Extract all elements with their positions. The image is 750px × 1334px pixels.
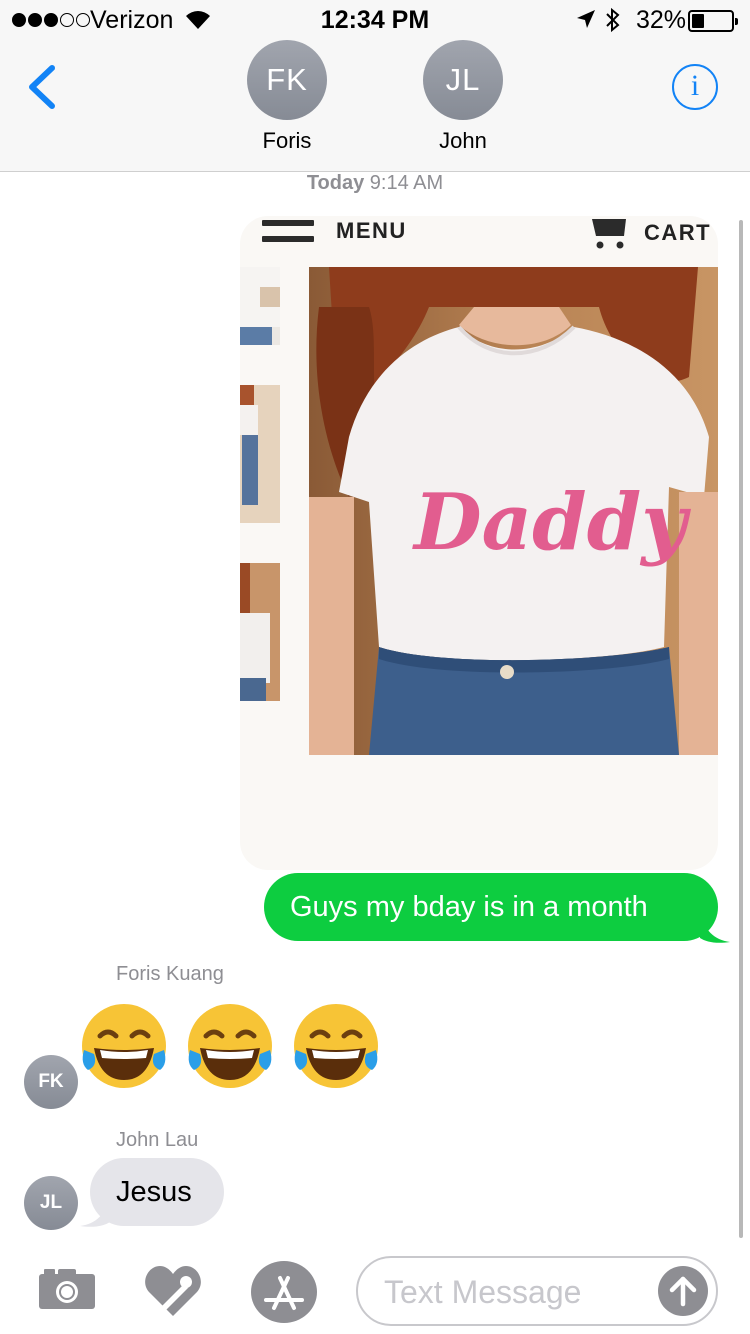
bluetooth-icon	[606, 7, 620, 33]
product-thumbnail	[240, 267, 280, 345]
timestamp-day: Today	[306, 172, 365, 194]
image-message[interactable]: MENU CART Daddy	[240, 216, 718, 870]
cart-label: CART	[644, 220, 712, 245]
scroll-indicator[interactable]	[739, 220, 743, 1238]
avatar[interactable]: JL	[24, 1176, 78, 1230]
battery-icon	[688, 10, 738, 32]
location-arrow-icon	[577, 10, 595, 28]
shopping-cart-icon	[592, 219, 626, 249]
menu-label: MENU	[336, 218, 407, 243]
send-arrow-icon[interactable]	[658, 1266, 708, 1316]
sender-name: John Lau	[116, 1129, 199, 1151]
avatar: FK	[247, 40, 327, 120]
conversation-header: Verizon 12:34 PM 32% FK Foris JL John i	[0, 0, 750, 172]
battery-percent: 32%	[636, 6, 687, 34]
message-placeholder: Text Message	[384, 1274, 582, 1310]
hamburger-menu-icon	[262, 220, 314, 252]
sent-message-bubble[interactable]: Guys my bday is in a month	[264, 873, 718, 941]
sender-name: Foris Kuang	[116, 963, 224, 985]
contact-john[interactable]: JL John	[413, 40, 513, 154]
chevron-left-icon[interactable]	[22, 62, 62, 112]
info-circle-icon[interactable]: i	[672, 64, 718, 110]
message-input[interactable]: Text Message	[356, 1256, 718, 1326]
timestamp-time: 9:14 AM	[369, 172, 444, 194]
emoji-message[interactable]	[78, 1000, 382, 1092]
avatar[interactable]: FK	[24, 1055, 78, 1109]
received-message-bubble[interactable]: Jesus	[90, 1158, 224, 1226]
avatar: JL	[423, 40, 503, 120]
camera-icon[interactable]	[38, 1266, 96, 1310]
sent-bubble-tail	[700, 912, 730, 943]
contact-name: Foris	[262, 128, 312, 153]
laughing-crying-emoji-icon	[188, 1004, 272, 1088]
contact-foris[interactable]: FK Foris	[237, 40, 337, 154]
product-thumbnail	[240, 563, 280, 701]
shirt-print-text: Daddy	[412, 477, 691, 568]
status-bar: Verizon 12:34 PM 32%	[0, 0, 750, 40]
contact-name: John	[439, 128, 487, 153]
app-store-icon[interactable]	[250, 1260, 318, 1324]
product-photo: Daddy	[309, 267, 718, 755]
laughing-crying-emoji-icon	[294, 1004, 378, 1088]
digital-touch-icon[interactable]	[144, 1262, 202, 1318]
screenshot-topbar: MENU CART	[240, 216, 718, 266]
conversation-timestamp: Today 9:14 AM	[0, 172, 750, 195]
laughing-crying-emoji-icon	[82, 1004, 166, 1088]
product-thumbnail	[240, 385, 280, 523]
